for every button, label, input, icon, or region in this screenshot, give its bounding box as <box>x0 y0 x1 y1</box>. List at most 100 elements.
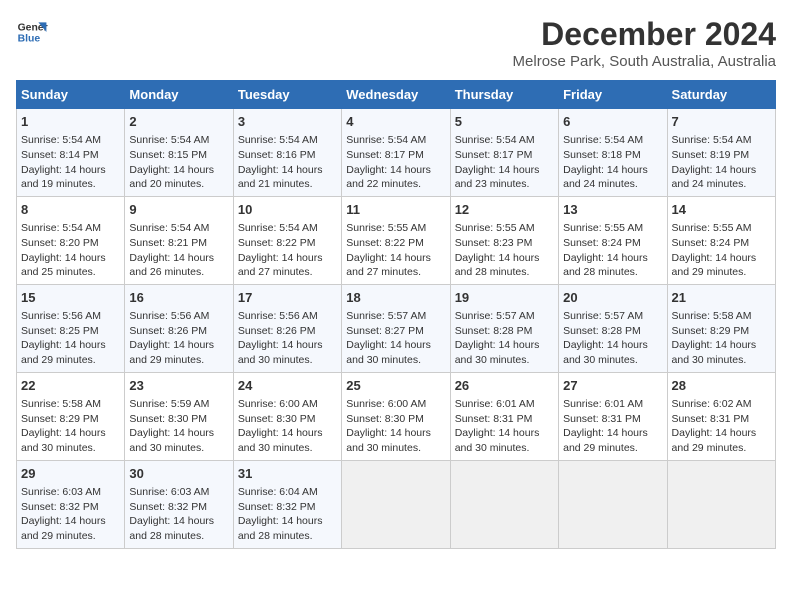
cell-info-line: Sunrise: 5:54 AM <box>21 221 120 236</box>
cell-info-line: and 29 minutes. <box>21 529 120 544</box>
cell-info-line: Daylight: 14 hours <box>129 514 228 529</box>
cell-info-line: Daylight: 14 hours <box>455 163 554 178</box>
day-number: 5 <box>455 113 554 131</box>
calendar-week-row: 29Sunrise: 6:03 AMSunset: 8:32 PMDayligh… <box>17 460 776 548</box>
cell-info-line: Sunrise: 6:01 AM <box>563 397 662 412</box>
cell-info-line: Daylight: 14 hours <box>672 426 771 441</box>
calendar-cell: 20Sunrise: 5:57 AMSunset: 8:28 PMDayligh… <box>559 284 667 372</box>
cell-info-line: Sunset: 8:15 PM <box>129 148 228 163</box>
calendar-week-row: 8Sunrise: 5:54 AMSunset: 8:20 PMDaylight… <box>17 196 776 284</box>
cell-info-line: Sunrise: 5:56 AM <box>21 309 120 324</box>
cell-info-line: Sunset: 8:19 PM <box>672 148 771 163</box>
calendar-week-row: 22Sunrise: 5:58 AMSunset: 8:29 PMDayligh… <box>17 372 776 460</box>
day-number: 28 <box>672 377 771 395</box>
day-number: 24 <box>238 377 337 395</box>
cell-info-line: Daylight: 14 hours <box>129 426 228 441</box>
cell-info-line: Daylight: 14 hours <box>672 338 771 353</box>
cell-info-line: and 19 minutes. <box>21 177 120 192</box>
cell-info-line: Daylight: 14 hours <box>563 163 662 178</box>
cell-info-line: Sunrise: 5:54 AM <box>346 133 445 148</box>
day-number: 27 <box>563 377 662 395</box>
cell-info-line: Daylight: 14 hours <box>238 338 337 353</box>
cell-info-line: and 25 minutes. <box>21 265 120 280</box>
cell-info-line: Daylight: 14 hours <box>672 163 771 178</box>
cell-info-line: Sunrise: 5:57 AM <box>455 309 554 324</box>
cell-info-line: Daylight: 14 hours <box>563 251 662 266</box>
cell-info-line: and 30 minutes. <box>672 353 771 368</box>
day-number: 16 <box>129 289 228 307</box>
logo: General Blue <box>16 16 48 48</box>
calendar-cell: 11Sunrise: 5:55 AMSunset: 8:22 PMDayligh… <box>342 196 450 284</box>
cell-info-line: Sunrise: 5:57 AM <box>563 309 662 324</box>
cell-info-line: Sunset: 8:14 PM <box>21 148 120 163</box>
weekday-header: Saturday <box>667 81 775 109</box>
cell-info-line: Sunset: 8:21 PM <box>129 236 228 251</box>
page-header: General Blue December 2024 Melrose Park,… <box>16 16 776 70</box>
title-block: December 2024 Melrose Park, South Austra… <box>513 16 776 70</box>
day-number: 10 <box>238 201 337 219</box>
cell-info-line: Daylight: 14 hours <box>238 251 337 266</box>
cell-info-line: Sunset: 8:32 PM <box>238 500 337 515</box>
calendar-cell: 31Sunrise: 6:04 AMSunset: 8:32 PMDayligh… <box>233 460 341 548</box>
cell-info-line: Sunset: 8:22 PM <box>238 236 337 251</box>
cell-info-line: Sunrise: 6:02 AM <box>672 397 771 412</box>
cell-info-line: Sunrise: 6:00 AM <box>346 397 445 412</box>
cell-info-line: Daylight: 14 hours <box>455 426 554 441</box>
day-number: 19 <box>455 289 554 307</box>
cell-info-line: Sunset: 8:30 PM <box>346 412 445 427</box>
calendar-cell: 22Sunrise: 5:58 AMSunset: 8:29 PMDayligh… <box>17 372 125 460</box>
cell-info-line: Daylight: 14 hours <box>346 163 445 178</box>
cell-info-line: Sunrise: 5:59 AM <box>129 397 228 412</box>
cell-info-line: and 28 minutes. <box>129 529 228 544</box>
day-number: 3 <box>238 113 337 131</box>
calendar-table: SundayMondayTuesdayWednesdayThursdayFrid… <box>16 80 776 549</box>
cell-info-line: Daylight: 14 hours <box>563 338 662 353</box>
cell-info-line: Sunrise: 5:56 AM <box>238 309 337 324</box>
cell-info-line: Daylight: 14 hours <box>346 251 445 266</box>
calendar-cell: 19Sunrise: 5:57 AMSunset: 8:28 PMDayligh… <box>450 284 558 372</box>
day-number: 1 <box>21 113 120 131</box>
cell-info-line: Daylight: 14 hours <box>129 163 228 178</box>
day-number: 4 <box>346 113 445 131</box>
weekday-header: Thursday <box>450 81 558 109</box>
calendar-cell: 26Sunrise: 6:01 AMSunset: 8:31 PMDayligh… <box>450 372 558 460</box>
calendar-cell: 9Sunrise: 5:54 AMSunset: 8:21 PMDaylight… <box>125 196 233 284</box>
cell-info-line: Sunset: 8:31 PM <box>672 412 771 427</box>
cell-info-line: Sunrise: 5:54 AM <box>672 133 771 148</box>
cell-info-line: and 30 minutes. <box>346 441 445 456</box>
calendar-cell: 16Sunrise: 5:56 AMSunset: 8:26 PMDayligh… <box>125 284 233 372</box>
cell-info-line: Sunset: 8:30 PM <box>238 412 337 427</box>
cell-info-line: Sunset: 8:28 PM <box>563 324 662 339</box>
cell-info-line: Daylight: 14 hours <box>672 251 771 266</box>
cell-info-line: and 30 minutes. <box>563 353 662 368</box>
cell-info-line: Sunset: 8:18 PM <box>563 148 662 163</box>
cell-info-line: Sunrise: 5:54 AM <box>238 221 337 236</box>
calendar-cell: 29Sunrise: 6:03 AMSunset: 8:32 PMDayligh… <box>17 460 125 548</box>
calendar-cell: 3Sunrise: 5:54 AMSunset: 8:16 PMDaylight… <box>233 109 341 197</box>
cell-info-line: Sunset: 8:22 PM <box>346 236 445 251</box>
calendar-cell: 1Sunrise: 5:54 AMSunset: 8:14 PMDaylight… <box>17 109 125 197</box>
day-number: 26 <box>455 377 554 395</box>
cell-info-line: Sunset: 8:31 PM <box>455 412 554 427</box>
calendar-cell <box>342 460 450 548</box>
cell-info-line: Sunset: 8:32 PM <box>21 500 120 515</box>
calendar-cell: 21Sunrise: 5:58 AMSunset: 8:29 PMDayligh… <box>667 284 775 372</box>
cell-info-line: Daylight: 14 hours <box>346 426 445 441</box>
day-number: 18 <box>346 289 445 307</box>
cell-info-line: and 29 minutes. <box>129 353 228 368</box>
cell-info-line: and 29 minutes. <box>672 265 771 280</box>
day-number: 29 <box>21 465 120 483</box>
day-number: 21 <box>672 289 771 307</box>
cell-info-line: and 24 minutes. <box>563 177 662 192</box>
page-title: December 2024 <box>513 16 776 53</box>
cell-info-line: and 30 minutes. <box>455 353 554 368</box>
day-number: 14 <box>672 201 771 219</box>
cell-info-line: and 28 minutes. <box>563 265 662 280</box>
calendar-cell: 10 Sunrise: 5:54 AMSunset: 8:22 PMDayligh… <box>233 196 341 284</box>
cell-info-line: and 30 minutes. <box>129 441 228 456</box>
calendar-cell: 2Sunrise: 5:54 AMSunset: 8:15 PMDaylight… <box>125 109 233 197</box>
cell-info-line: Sunset: 8:32 PM <box>129 500 228 515</box>
day-number: 22 <box>21 377 120 395</box>
cell-info-line: and 30 minutes. <box>21 441 120 456</box>
cell-info-line: Sunrise: 5:58 AM <box>672 309 771 324</box>
